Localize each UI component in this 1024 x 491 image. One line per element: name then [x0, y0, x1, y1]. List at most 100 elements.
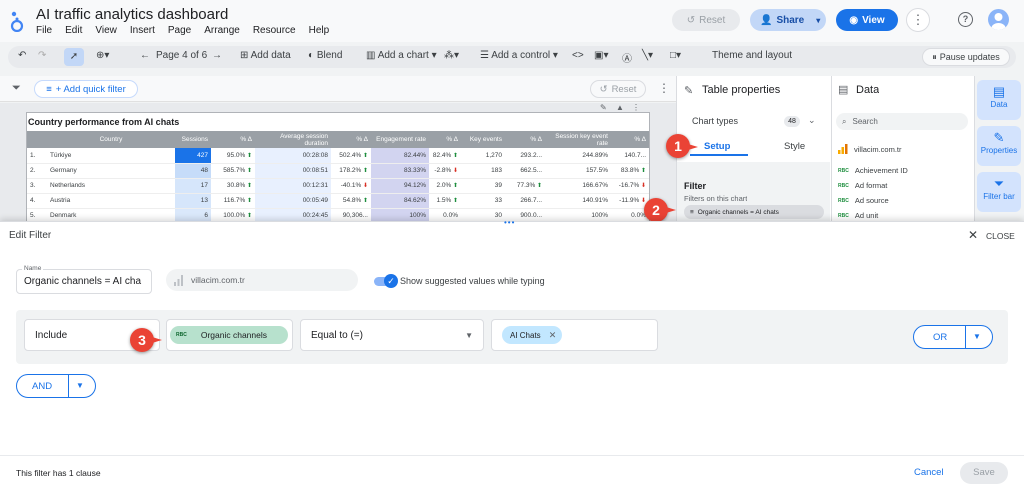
cancel-button[interactable]: Cancel: [914, 467, 944, 478]
menu-file[interactable]: File: [36, 25, 52, 36]
add-quick-filter-button[interactable]: ≡ + Add quick filter: [34, 80, 138, 98]
share-dropdown-icon[interactable]: ▾: [816, 16, 820, 25]
user-icon: [991, 13, 1006, 30]
and-button[interactable]: AND: [32, 381, 52, 392]
column-header[interactable]: [27, 131, 47, 148]
or-dropdown-icon[interactable]: ▼: [973, 332, 981, 341]
edit-pencil-icon[interactable]: ✎: [600, 103, 607, 112]
data-source[interactable]: villacim.com.tr: [838, 144, 902, 154]
add-person-icon: 👤: [760, 14, 773, 26]
drag-handle-icon[interactable]: •••: [504, 218, 515, 227]
community-visualizations-icon[interactable]: ⁂▾: [444, 50, 459, 61]
clause-count-info: This filter has 1 clause: [16, 468, 101, 478]
or-button[interactable]: OR: [933, 332, 947, 343]
more-options-icon[interactable]: ⋮: [906, 8, 930, 32]
rail-data-button[interactable]: ▤ Data: [977, 80, 1021, 120]
close-button[interactable]: CLOSE: [986, 231, 1015, 241]
tab-setup[interactable]: Setup: [704, 141, 730, 152]
table-cell: 140.91%: [545, 193, 611, 209]
menu-insert[interactable]: Insert: [130, 25, 155, 36]
operator-select[interactable]: Equal to (=) ▼: [300, 319, 484, 351]
image-icon[interactable]: ▣▾: [594, 50, 608, 61]
column-header[interactable]: % Δ: [611, 131, 649, 148]
menu-resource[interactable]: Resource: [253, 25, 296, 36]
column-header[interactable]: % Δ: [211, 131, 255, 148]
reset-button[interactable]: ↺ Reset: [672, 9, 740, 31]
zoom-icon[interactable]: ⊕▾: [96, 50, 109, 61]
column-header[interactable]: % Δ: [331, 131, 371, 148]
and-dropdown-icon[interactable]: ▼: [76, 381, 84, 390]
redo-icon[interactable]: ↷: [38, 50, 46, 61]
save-button[interactable]: Save: [960, 462, 1008, 484]
chart-more-icon[interactable]: ⋮: [632, 103, 640, 112]
column-header[interactable]: Session key event rate: [545, 131, 611, 148]
column-header[interactable]: Key events: [461, 131, 505, 148]
view-button[interactable]: ◉ View: [836, 9, 898, 31]
column-header[interactable]: % Δ: [505, 131, 545, 148]
column-header[interactable]: Engagement rate: [371, 131, 429, 148]
pencil-icon: ✎: [684, 85, 694, 97]
field-item[interactable]: RBC Ad source: [838, 196, 889, 205]
tab-style[interactable]: Style: [784, 141, 805, 152]
table-cell: 427: [175, 148, 211, 164]
chart-types-count: 48: [784, 116, 800, 127]
analytics-icon: [174, 274, 183, 286]
callout-1: 1: [666, 134, 690, 158]
column-header[interactable]: Sessions: [175, 131, 211, 148]
help-icon[interactable]: ?: [958, 12, 973, 27]
table-row[interactable]: 3. Netherlands 17 30.8% ⬆ 00:12:31 -40.1% ⬇ 94…: [27, 178, 649, 194]
blend-button[interactable]: ◐ Blend: [308, 50, 342, 61]
chart-filter-chip[interactable]: ≡ Organic channels = AI chats: [684, 205, 824, 219]
dimension-chip[interactable]: RBC Organic channels: [170, 326, 288, 344]
data-search-input[interactable]: ⌕ Search: [836, 113, 968, 130]
table-row[interactable]: 2. Germany 48 585.7% ⬆ 00:08:51 178.2% ⬆ 83.33…: [27, 163, 649, 179]
filter-more-icon[interactable]: ⋮: [658, 81, 670, 95]
table-row[interactable]: 4. Austria 13 116.7% ⬆ 00:05:49 54.8% ⬆ 84.62%…: [27, 193, 649, 209]
rail-filter-bar-button[interactable]: ⏷ Filter bar: [977, 172, 1021, 212]
close-icon[interactable]: ✕: [968, 228, 978, 242]
menu-view[interactable]: View: [95, 25, 117, 36]
shape-icon[interactable]: □▾: [670, 50, 681, 61]
previous-page-icon[interactable]: ←: [140, 50, 150, 61]
theme-layout-button[interactable]: Theme and layout: [712, 50, 792, 61]
filter-reset-button[interactable]: ↺ Reset: [590, 80, 646, 98]
table-cell: -2.8% ⬇: [429, 163, 461, 179]
field-item[interactable]: RBC Ad format: [838, 181, 887, 190]
table-cell: 266.7...: [505, 193, 545, 209]
embed-code-icon[interactable]: <>: [572, 50, 584, 61]
menu-help[interactable]: Help: [309, 25, 330, 36]
field-item[interactable]: RBC Ad unit: [838, 211, 878, 220]
add-chart-button[interactable]: ▥ Add a chart ▾: [366, 50, 437, 61]
field-item[interactable]: RBC Achievement ID: [838, 166, 908, 175]
column-header[interactable]: Country: [47, 131, 175, 148]
remove-chip-icon[interactable]: ✕: [549, 330, 557, 341]
filter-name-value[interactable]: Organic channels = AI cha: [24, 276, 148, 287]
add-control-button[interactable]: ☰ Add a control ▾: [480, 50, 558, 61]
select-cursor-icon[interactable]: ➚: [64, 48, 84, 66]
report-title[interactable]: AI traffic analytics dashboard: [36, 6, 228, 23]
warning-icon[interactable]: ▲: [616, 103, 624, 112]
filter-icon[interactable]: ⏷: [12, 82, 21, 95]
next-page-icon[interactable]: →: [212, 50, 222, 61]
table-row[interactable]: 1. Türkiye 427 95.0% ⬆ 00:28:08 502.4% ⬆ 82.44…: [27, 148, 649, 164]
column-header[interactable]: Average session duration: [255, 131, 331, 148]
menu-arrange[interactable]: Arrange: [204, 25, 240, 36]
chevron-down-icon[interactable]: ⌄: [808, 115, 816, 126]
chart-types-label[interactable]: Chart types: [692, 116, 738, 126]
menu-edit[interactable]: Edit: [65, 25, 82, 36]
avatar[interactable]: [988, 9, 1009, 30]
add-control-icon: ☰: [480, 50, 489, 61]
add-data-button[interactable]: ⊞ Add data: [240, 50, 291, 61]
value-chip[interactable]: AI Chats ✕: [502, 326, 562, 344]
rail-properties-button[interactable]: ✎ Properties: [977, 126, 1021, 166]
undo-icon[interactable]: ↶: [18, 50, 26, 61]
table-cell: -11.9% ⬇: [611, 193, 649, 209]
pause-updates-button[interactable]: ⏸ Pause updates: [922, 48, 1010, 66]
column-header[interactable]: % Δ: [429, 131, 461, 148]
share-button[interactable]: 👤 Share ▾: [750, 9, 826, 31]
text-icon[interactable]: Ⓐ: [622, 50, 632, 65]
check-icon[interactable]: ✓: [384, 274, 398, 288]
menu-page[interactable]: Page: [168, 25, 191, 36]
table-header-row: Country Sessions% Δ Average session durati…: [27, 131, 649, 148]
line-icon[interactable]: ╲▾: [642, 50, 653, 61]
